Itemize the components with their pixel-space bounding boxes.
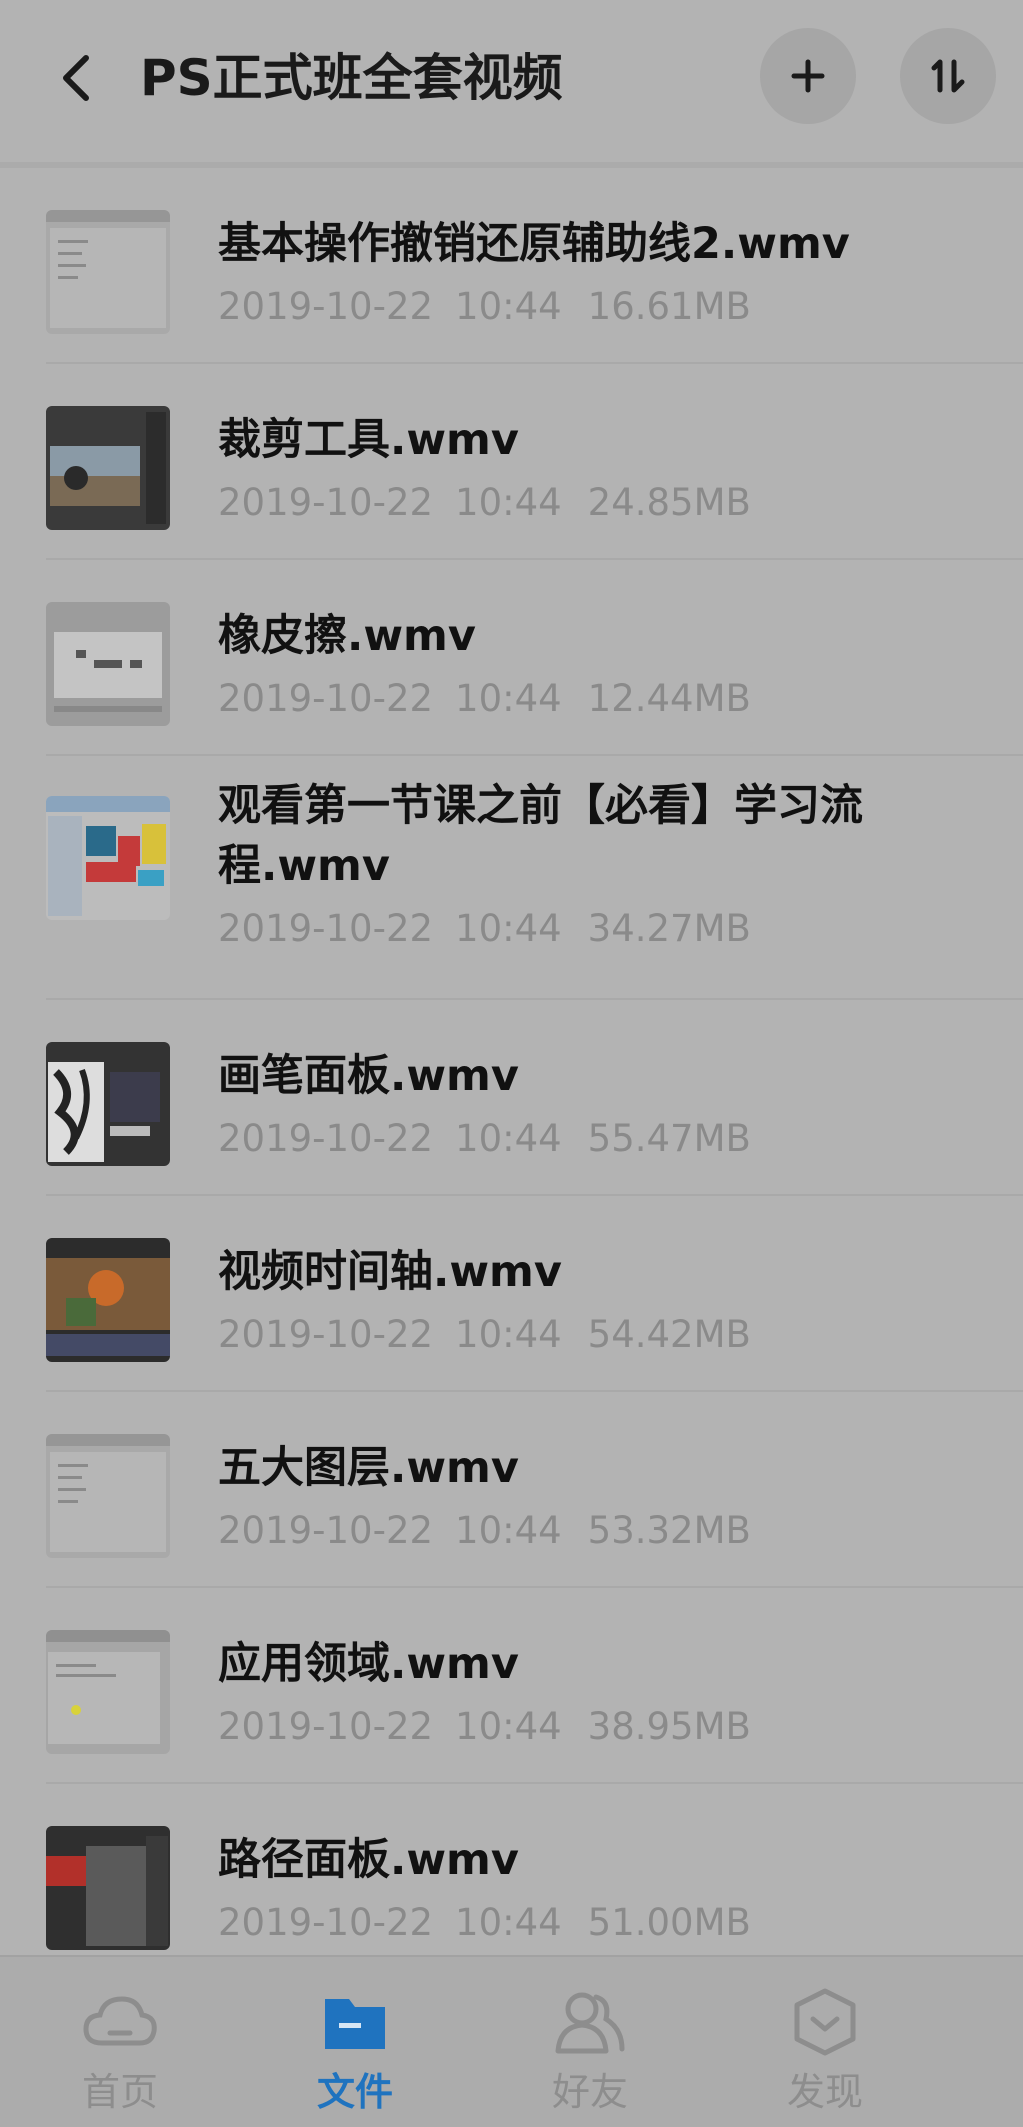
video-thumbnail xyxy=(46,1826,170,1950)
file-name: 观看第一节课之前【必看】学习流程.wmv xyxy=(218,781,863,891)
file-date: 2019-10-22 xyxy=(218,1705,434,1748)
friends-icon xyxy=(555,1992,625,2054)
video-thumbnail xyxy=(46,796,170,920)
file-time: 10:44 xyxy=(455,1901,562,1944)
file-date: 2019-10-22 xyxy=(218,677,434,720)
file-size: 16.61MB xyxy=(587,285,751,328)
file-row[interactable]: 画笔面板.wmv 2019-10-22 10:44 55.47MB xyxy=(0,1000,1023,1196)
file-name: 裁剪工具.wmv xyxy=(218,415,519,465)
file-row[interactable]: 五大图层.wmv 2019-10-22 10:44 53.32MB xyxy=(0,1392,1023,1588)
file-name: 视频时间轴.wmv xyxy=(218,1247,562,1297)
file-name: 五大图层.wmv xyxy=(218,1443,519,1493)
file-date: 2019-10-22 xyxy=(218,1901,434,1944)
video-thumbnail xyxy=(46,1238,170,1362)
file-row[interactable]: 应用领域.wmv 2019-10-22 10:44 38.95MB xyxy=(0,1588,1023,1784)
back-arrow-icon[interactable] xyxy=(52,48,106,108)
file-size: 54.42MB xyxy=(587,1313,751,1356)
file-name: 基本操作撤销还原辅助线2.wmv xyxy=(218,219,850,269)
file-size: 12.44MB xyxy=(587,677,751,720)
tab-files-label: 文件 xyxy=(316,2070,393,2114)
video-thumbnail xyxy=(46,1630,170,1754)
file-meta: 2019-10-22 10:44 16.61MB xyxy=(218,282,751,332)
file-name: 画笔面板.wmv xyxy=(218,1051,519,1101)
file-row[interactable]: 路径面板.wmv 2019-10-22 10:44 51.00MB xyxy=(0,1784,1023,1980)
file-size: 53.32MB xyxy=(587,1509,751,1552)
tab-files[interactable]: 文件 xyxy=(275,1957,435,2127)
file-size: 34.27MB xyxy=(587,907,751,950)
file-name: 路径面板.wmv xyxy=(218,1835,519,1885)
file-name: 橡皮擦.wmv xyxy=(218,611,476,661)
file-row[interactable]: 视频时间轴.wmv 2019-10-22 10:44 54.42MB xyxy=(0,1196,1023,1392)
file-time: 10:44 xyxy=(455,907,562,950)
sort-button[interactable] xyxy=(900,28,996,124)
file-size: 24.85MB xyxy=(587,481,751,524)
file-meta: 2019-10-22 10:44 55.47MB xyxy=(218,1114,751,1164)
file-time: 10:44 xyxy=(455,677,562,720)
file-row[interactable]: 橡皮擦.wmv 2019-10-22 10:44 12.44MB xyxy=(0,560,1023,756)
video-thumbnail xyxy=(46,602,170,726)
tab-home-label: 首页 xyxy=(81,2070,158,2114)
video-thumbnail xyxy=(46,210,170,334)
cloud-icon xyxy=(83,1996,157,2046)
add-button[interactable] xyxy=(760,28,856,124)
video-thumbnail xyxy=(46,1042,170,1166)
file-date: 2019-10-22 xyxy=(218,1313,434,1356)
tab-home[interactable]: 首页 xyxy=(40,1957,200,2127)
video-thumbnail xyxy=(46,406,170,530)
bottom-tab-bar: 首页 文件 好友 发现 xyxy=(0,1955,1023,2127)
tab-discover[interactable]: 发现 xyxy=(745,1957,905,2127)
file-row[interactable]: 基本操作撤销还原辅助线2.wmv 2019-10-22 10:44 16.61MB xyxy=(0,168,1023,364)
tab-discover-label: 发现 xyxy=(786,2070,863,2114)
top-bar: PS正式班全套视频 xyxy=(0,0,1023,162)
file-time: 10:44 xyxy=(455,481,562,524)
file-date: 2019-10-22 xyxy=(218,907,434,950)
video-thumbnail xyxy=(46,1434,170,1558)
file-size: 38.95MB xyxy=(587,1705,751,1748)
file-meta: 2019-10-22 10:44 12.44MB xyxy=(218,674,751,724)
sort-icon xyxy=(931,59,965,93)
tab-friends-label: 好友 xyxy=(551,2070,628,2114)
folder-icon xyxy=(325,1999,385,2049)
plus-icon xyxy=(791,59,825,93)
file-time: 10:44 xyxy=(455,1117,562,1160)
file-time: 10:44 xyxy=(455,285,562,328)
file-meta: 2019-10-22 10:44 38.95MB xyxy=(218,1702,751,1752)
file-time: 10:44 xyxy=(455,1705,562,1748)
file-name: 应用领域.wmv xyxy=(218,1639,519,1689)
file-time: 10:44 xyxy=(455,1509,562,1552)
file-date: 2019-10-22 xyxy=(218,1509,434,1552)
file-size: 55.47MB xyxy=(587,1117,751,1160)
file-date: 2019-10-22 xyxy=(218,1117,434,1160)
tab-friends[interactable]: 好友 xyxy=(510,1957,670,2127)
discover-icon xyxy=(794,1988,856,2056)
file-meta: 2019-10-22 10:44 24.85MB xyxy=(218,478,751,528)
file-row[interactable]: 裁剪工具.wmv 2019-10-22 10:44 24.85MB xyxy=(0,364,1023,560)
file-meta: 2019-10-22 10:44 34.27MB xyxy=(218,904,751,954)
file-meta: 2019-10-22 10:44 53.32MB xyxy=(218,1506,751,1556)
file-date: 2019-10-22 xyxy=(218,481,434,524)
file-meta: 2019-10-22 10:44 51.00MB xyxy=(218,1898,751,1948)
file-time: 10:44 xyxy=(455,1313,562,1356)
file-date: 2019-10-22 xyxy=(218,285,434,328)
file-meta: 2019-10-22 10:44 54.42MB xyxy=(218,1310,751,1360)
file-row[interactable]: 观看第一节课之前【必看】学习流程.wmv 2019-10-22 10:44 34.27… xyxy=(0,756,1023,1000)
page-title: PS正式班全套视频 xyxy=(140,49,563,107)
file-size: 51.00MB xyxy=(587,1901,751,1944)
